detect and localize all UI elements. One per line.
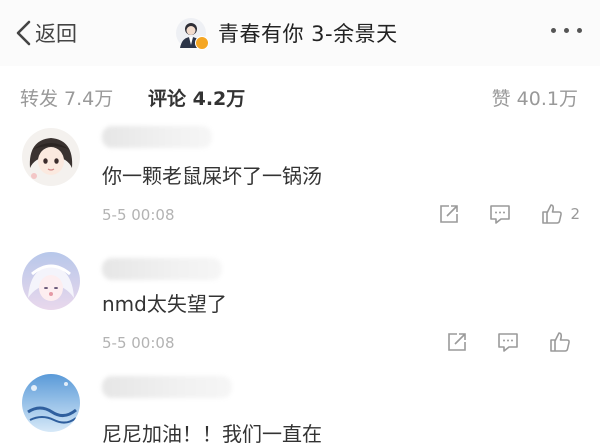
thumb-up-icon	[542, 204, 563, 224]
comment-text: 你一颗老鼠屎坏了一锅汤	[102, 164, 322, 188]
tab-bar: 转发 7.4万 评论 4.2万 赞 40.1万	[0, 72, 600, 122]
tab-repost[interactable]: 转发 7.4万	[20, 84, 113, 111]
like-button[interactable]: 2	[540, 202, 580, 226]
more-icon	[551, 28, 556, 33]
tab-comment[interactable]: 评论 4.2万	[148, 84, 245, 111]
reply-button[interactable]	[488, 203, 512, 225]
page-title: 青春有你 3-余景天	[218, 22, 398, 46]
comment-actions	[446, 330, 578, 354]
comment-time: 5-5 00:08	[102, 334, 175, 352]
back-button[interactable]: 返回	[14, 16, 77, 50]
comment-item: 你一颗老鼠屎坏了一锅汤 5-5 00:08 2	[0, 122, 600, 244]
avatar[interactable]	[22, 252, 80, 310]
comment-actions: 2	[438, 202, 580, 226]
comment-item: 尼尼加油！！我们一直在	[0, 366, 600, 446]
more-button[interactable]	[551, 28, 582, 33]
like-count: 2	[570, 205, 580, 223]
back-label: 返回	[35, 22, 77, 46]
title-area[interactable]: 青春有你 3-余景天	[176, 14, 398, 52]
thumb-up-icon	[550, 332, 570, 352]
comment-text: 尼尼加油！！我们一直在	[102, 422, 322, 446]
author-avatar[interactable]	[176, 18, 209, 50]
tab-like[interactable]: 赞 40.1万	[492, 84, 578, 111]
comment-text: nmd太失望了	[102, 292, 227, 316]
username-blurred[interactable]	[102, 126, 212, 148]
share-icon	[440, 205, 459, 223]
top-nav-bar: 返回 青春有你 3-余景天	[0, 0, 600, 66]
avatar[interactable]	[22, 128, 80, 186]
share-button[interactable]	[446, 331, 468, 353]
reply-button[interactable]	[496, 331, 520, 353]
share-icon	[448, 333, 466, 351]
verified-badge-icon	[195, 36, 209, 50]
comment-icon	[490, 205, 511, 224]
username-blurred[interactable]	[102, 376, 232, 398]
like-button[interactable]	[548, 330, 578, 354]
chevron-left-icon	[16, 20, 31, 46]
username-blurred[interactable]	[102, 258, 222, 280]
avatar[interactable]	[22, 374, 80, 432]
comment-icon	[498, 333, 518, 352]
comment-item: nmd太失望了 5-5 00:08	[0, 246, 600, 366]
share-button[interactable]	[438, 203, 460, 225]
comment-time: 5-5 00:08	[102, 206, 175, 224]
